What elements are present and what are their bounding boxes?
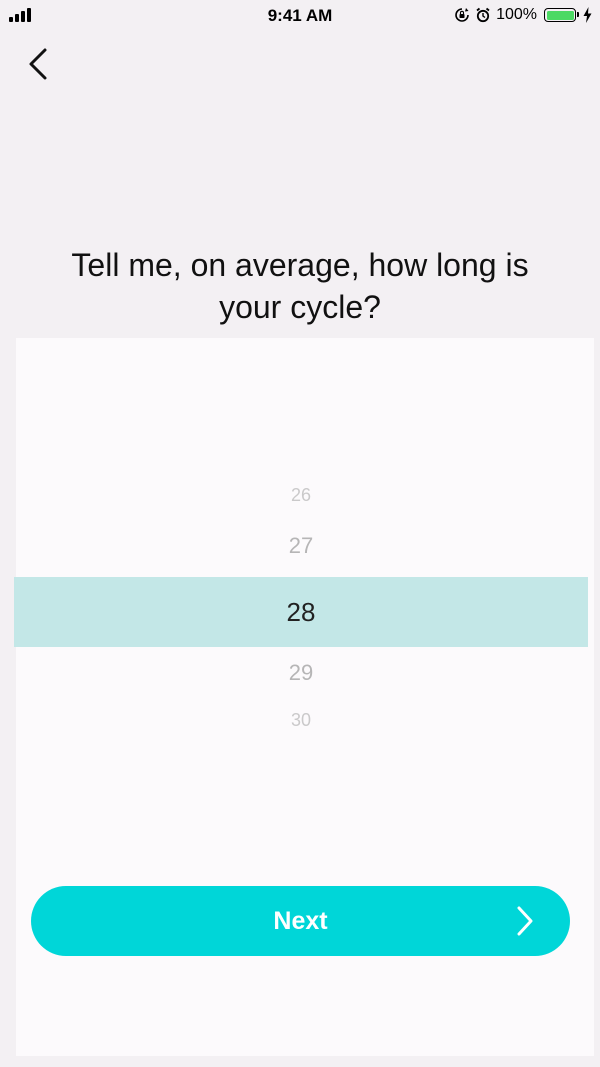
rotation-lock-icon: [454, 7, 470, 23]
picker-selected-row[interactable]: 28: [14, 577, 588, 647]
picker-option[interactable]: 26: [14, 485, 588, 513]
picker-option[interactable]: 30: [14, 710, 588, 738]
battery-fill: [546, 10, 574, 20]
chevron-left-icon: [29, 48, 47, 80]
question-heading: Tell me, on average, how long is your cy…: [71, 247, 529, 325]
chevron-right-icon: [517, 906, 533, 936]
status-right-group: 100%: [454, 4, 592, 26]
status-bar: 9:41 AM 100%: [0, 0, 600, 30]
back-button[interactable]: [20, 44, 60, 84]
next-button[interactable]: Next: [31, 886, 570, 956]
picker-option[interactable]: 29: [14, 660, 588, 690]
battery-icon: [544, 8, 579, 22]
picker-selected-value: 28: [286, 596, 316, 627]
alarm-icon: [475, 7, 491, 23]
charging-icon: [583, 7, 592, 23]
battery-percent: 100%: [496, 6, 537, 23]
next-button-label: Next: [273, 906, 328, 935]
picker-option[interactable]: 27: [14, 533, 588, 563]
